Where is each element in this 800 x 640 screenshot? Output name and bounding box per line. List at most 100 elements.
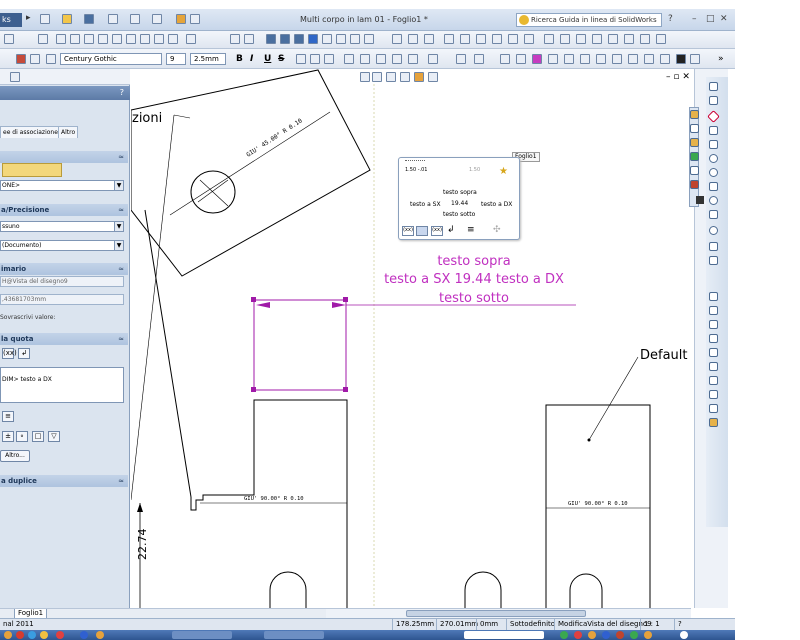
font-select[interactable]: Century Gothic <box>60 53 162 65</box>
palette-newline-icon[interactable]: ↲ <box>447 225 455 235</box>
close-icon[interactable]: ✕ <box>720 14 728 24</box>
view-icon[interactable] <box>70 34 80 44</box>
slot-icon[interactable] <box>709 140 718 149</box>
note-icon[interactable] <box>474 54 484 64</box>
display-style-icon[interactable] <box>322 34 332 44</box>
toolbar-tool-icon[interactable] <box>4 34 14 44</box>
circle-icon[interactable] <box>709 154 718 163</box>
view-icon[interactable] <box>98 34 108 44</box>
palette-grip[interactable] <box>405 160 425 163</box>
spline-icon[interactable] <box>709 182 718 191</box>
previous-view-icon[interactable] <box>386 72 396 82</box>
help-search-input[interactable]: Ricerca Guida in linea di SolidWorks <box>516 13 662 27</box>
minimize-icon[interactable]: – <box>692 14 697 24</box>
arc-icon[interactable] <box>709 168 718 177</box>
ellipse-icon[interactable] <box>709 196 718 205</box>
print-icon[interactable] <box>108 14 118 24</box>
linear-pattern-icon[interactable] <box>709 334 718 343</box>
text-height-input[interactable]: 2.5mm <box>190 53 226 65</box>
dimension-text-bottom[interactable]: testo sotto <box>439 291 509 306</box>
palette-right-text[interactable]: testo a DX <box>481 201 512 208</box>
annotation-icon[interactable] <box>460 34 470 44</box>
bold-button[interactable]: B <box>236 54 243 64</box>
scroll-thumb[interactable] <box>696 196 704 204</box>
relations-icon[interactable] <box>709 362 718 371</box>
quick-snaps-icon[interactable] <box>709 390 718 399</box>
taskbar-app-icon[interactable] <box>56 631 64 639</box>
weld-symbol-icon[interactable] <box>564 54 574 64</box>
tray-icon[interactable] <box>588 631 596 639</box>
annotation-icon[interactable] <box>544 34 554 44</box>
help-menu-icon[interactable]: ? <box>668 14 673 24</box>
palette-justify-button[interactable] <box>416 226 428 236</box>
offset-icon[interactable] <box>709 306 718 315</box>
area-hatch-icon[interactable] <box>676 54 686 64</box>
view-icon[interactable] <box>126 34 136 44</box>
symbol-more-button[interactable]: ▽ <box>48 431 60 442</box>
tray-icon[interactable] <box>602 631 610 639</box>
move-icon[interactable] <box>709 348 718 357</box>
view-icon[interactable] <box>84 34 94 44</box>
taskbar-app-icon[interactable] <box>96 631 104 639</box>
window-minimize-icon[interactable]: – ▫ ✕ <box>666 72 690 82</box>
indent-icon[interactable] <box>392 54 402 64</box>
annotation-icon[interactable] <box>640 34 650 44</box>
taskbar-app-icon[interactable] <box>16 631 24 639</box>
annotation-icon[interactable] <box>508 34 518 44</box>
rectangle-icon[interactable] <box>709 126 718 135</box>
tolerance-select[interactable]: (Documento) ▼ <box>0 240 124 251</box>
strikethrough-button[interactable]: S <box>278 54 284 64</box>
select-icon[interactable] <box>152 14 162 24</box>
display-style-icon[interactable] <box>280 34 290 44</box>
palette-value-button[interactable]: (xx) <box>431 226 443 236</box>
undo-icon[interactable] <box>130 14 140 24</box>
dropdown-arrow-icon[interactable]: ▼ <box>114 181 123 190</box>
hide-show-icon[interactable] <box>428 72 438 82</box>
tray-icon[interactable] <box>630 631 638 639</box>
annotation-icon[interactable] <box>576 34 586 44</box>
taskbar-window-button[interactable] <box>172 631 232 639</box>
view-icon[interactable] <box>112 34 122 44</box>
italic-button[interactable]: I <box>250 54 253 64</box>
layer-icon[interactable] <box>38 34 48 44</box>
center-mark-icon[interactable] <box>644 54 654 64</box>
rebuild-icon[interactable] <box>176 14 186 24</box>
list-icon[interactable] <box>360 54 370 64</box>
zoom-fit-icon[interactable] <box>360 72 370 82</box>
scroll-thumb[interactable] <box>406 610 586 617</box>
table-icon[interactable] <box>690 54 700 64</box>
taskbar-search-input[interactable] <box>464 631 544 639</box>
rapid-sketch-icon[interactable] <box>709 404 718 413</box>
view-icon[interactable] <box>168 34 178 44</box>
zoom-area-icon[interactable] <box>372 72 382 82</box>
annotation-icon[interactable] <box>592 34 602 44</box>
grip-handle[interactable] <box>251 387 256 392</box>
primary-value-name-field[interactable]: H@Vista del disegno9 <box>0 276 124 287</box>
annotation-icon[interactable] <box>608 34 618 44</box>
dimension-text-middle[interactable]: testo a SX 19.44 testo a DX <box>384 272 564 287</box>
text-format-icon[interactable] <box>46 54 56 64</box>
view-icon[interactable] <box>154 34 164 44</box>
more-icon[interactable]: » <box>718 54 724 64</box>
open-folder-icon[interactable] <box>62 14 72 24</box>
options-icon[interactable] <box>190 14 200 24</box>
tray-icon[interactable] <box>644 631 652 639</box>
palette-lines-icon[interactable]: ≡ <box>467 225 475 235</box>
indent-icon[interactable] <box>408 54 418 64</box>
drawing-canvas[interactable]: zioni Default GIU' 45.00° R 0.10 GIU' 90… <box>131 69 694 608</box>
align-right-icon[interactable] <box>324 54 334 64</box>
zoom-icon[interactable] <box>230 34 240 44</box>
collapse-icon[interactable]: ≈ <box>118 204 124 216</box>
datum-icon[interactable] <box>596 54 606 64</box>
palette-value-button[interactable]: (xx) <box>402 226 414 236</box>
display-style-icon[interactable] <box>350 34 360 44</box>
palette-value[interactable]: 19.44 <box>451 200 468 207</box>
line-format-icon[interactable] <box>30 54 40 64</box>
new-line-button[interactable]: ↲ <box>18 348 30 359</box>
group-style-header[interactable]: ≈ <box>0 151 128 163</box>
vertical-dimension-text[interactable]: 22.74 <box>136 529 149 561</box>
view-palette-tab-icon[interactable] <box>690 152 699 161</box>
frame-icon[interactable] <box>428 54 438 64</box>
more-symbols-button[interactable]: Altro... <box>0 450 30 462</box>
taskbar-app-icon[interactable] <box>4 631 12 639</box>
